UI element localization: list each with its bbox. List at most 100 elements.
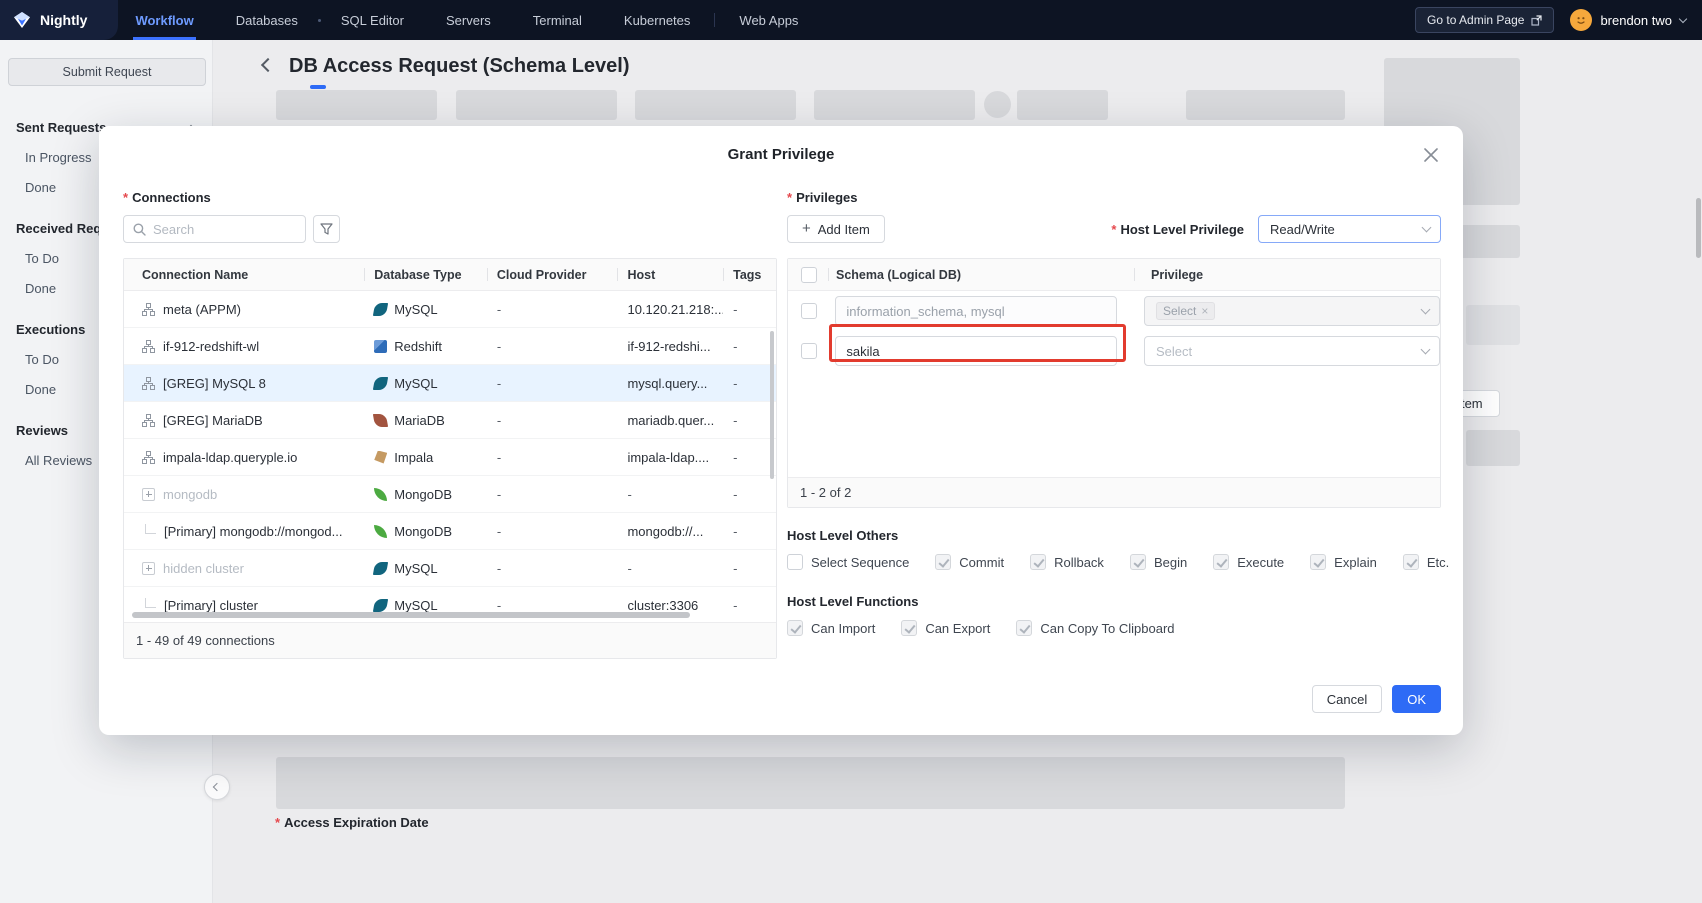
- nav-menu: Workflow Databases SQL Editor Servers Te…: [135, 0, 798, 40]
- nav-item-kubernetes[interactable]: Kubernetes: [624, 0, 691, 40]
- host: -: [617, 487, 723, 502]
- nav-item-web-apps[interactable]: Web Apps: [739, 0, 798, 40]
- checkbox-can-copy-to-clipboard[interactable]: Can Copy To Clipboard: [1016, 620, 1174, 636]
- expand-icon[interactable]: [142, 488, 155, 501]
- checkbox[interactable]: [1030, 554, 1046, 570]
- checkbox[interactable]: [935, 554, 951, 570]
- checkbox-commit[interactable]: Commit: [935, 554, 1004, 570]
- table-row-child[interactable]: [Primary] mongodb://mongod... MongoDB - …: [124, 513, 776, 550]
- table-row[interactable]: if-912-redshift-wl Redshift - if-912-red…: [124, 328, 776, 365]
- privilege-row: Select: [788, 291, 1440, 331]
- nav-item-terminal[interactable]: Terminal: [533, 0, 582, 40]
- redshift-icon: [374, 340, 387, 353]
- modal-title: Grant Privilege: [99, 146, 1463, 163]
- brand-logo[interactable]: Nightly: [0, 11, 87, 29]
- checkbox-label: Rollback: [1054, 555, 1104, 570]
- cloud-provider: -: [487, 376, 618, 391]
- placeholder-block: [635, 90, 796, 120]
- nav-item-servers[interactable]: Servers: [446, 0, 491, 40]
- tags: -: [723, 339, 776, 354]
- column-header-database-type[interactable]: Database Type: [364, 259, 487, 290]
- user-name: brendon two: [1600, 13, 1672, 28]
- database-type: MongoDB: [394, 524, 452, 539]
- schema-input-sakila[interactable]: [835, 336, 1117, 366]
- table-row[interactable]: [GREG] MariaDB MariaDB - mariadb.quer...…: [124, 402, 776, 439]
- close-icon[interactable]: [1419, 143, 1443, 167]
- expand-icon[interactable]: [142, 562, 155, 575]
- checkbox[interactable]: [1016, 620, 1032, 636]
- nav-item-sql-editor[interactable]: SQL Editor: [341, 0, 404, 40]
- privilege-select[interactable]: Select: [1144, 296, 1440, 326]
- privilege-tag[interactable]: Select: [1156, 302, 1215, 320]
- checkbox-label: Can Copy To Clipboard: [1040, 621, 1174, 636]
- table-row-cluster[interactable]: hidden cluster MySQL - - -: [124, 550, 776, 587]
- filter-button[interactable]: [313, 215, 340, 243]
- checkbox[interactable]: [787, 620, 803, 636]
- checkbox-can-export[interactable]: Can Export: [901, 620, 990, 636]
- querypie-logo-icon: [13, 11, 31, 29]
- host: impala-ldap....: [617, 450, 723, 465]
- host-level-privilege-select[interactable]: Read/Write: [1258, 215, 1441, 243]
- checkbox[interactable]: [1310, 554, 1326, 570]
- row-checkbox[interactable]: [801, 303, 817, 319]
- section-label: Sent Requests: [16, 120, 106, 135]
- ok-button[interactable]: OK: [1392, 685, 1441, 713]
- vertical-scrollbar[interactable]: [770, 331, 774, 479]
- database-type: Redshift: [394, 339, 442, 354]
- connection-name: [Primary] cluster: [164, 598, 258, 613]
- table-row-cluster[interactable]: mongodb MongoDB - - -: [124, 476, 776, 513]
- checkbox[interactable]: [1213, 554, 1229, 570]
- privileges-table-body: Select Select: [788, 291, 1440, 371]
- table-row[interactable]: impala-ldap.queryple.io Impala - impala-…: [124, 439, 776, 476]
- cloud-provider: -: [487, 487, 618, 502]
- cloud-provider: -: [487, 561, 618, 576]
- column-header-cloud-provider[interactable]: Cloud Provider: [487, 259, 618, 290]
- database-type: MySQL: [394, 561, 437, 576]
- privilege-select[interactable]: Select: [1144, 336, 1440, 366]
- checkbox[interactable]: [901, 620, 917, 636]
- table-row-child[interactable]: [Primary] cluster MySQL - cluster:3306 -: [124, 587, 776, 624]
- page-scrollbar[interactable]: [1696, 198, 1701, 258]
- brand-name: Nightly: [40, 12, 87, 28]
- connections-label: *Connections: [123, 190, 211, 205]
- schema-input[interactable]: [835, 296, 1117, 326]
- database-type: Impala: [394, 450, 433, 465]
- column-header-privilege[interactable]: Privilege: [1134, 259, 1440, 290]
- checkbox-can-import[interactable]: Can Import: [787, 620, 875, 636]
- horizontal-scrollbar[interactable]: [132, 612, 690, 618]
- add-item-button[interactable]: Add Item: [787, 215, 885, 243]
- nav-item-workflow[interactable]: Workflow: [135, 0, 193, 40]
- table-row[interactable]: meta (APPM) MySQL - 10.120.21.218:... -: [124, 291, 776, 328]
- checkbox-explain[interactable]: Explain: [1310, 554, 1377, 570]
- modal-actions: Cancel OK: [1312, 685, 1441, 713]
- user-menu[interactable]: brendon two: [1570, 9, 1686, 31]
- checkbox-execute[interactable]: Execute: [1213, 554, 1284, 570]
- checkbox-rollback[interactable]: Rollback: [1030, 554, 1104, 570]
- collapse-panel-button[interactable]: [204, 774, 230, 800]
- back-button[interactable]: [263, 57, 273, 75]
- required-marker: *: [787, 190, 792, 205]
- admin-button-label: Go to Admin Page: [1427, 13, 1524, 27]
- nav-item-databases[interactable]: Databases: [236, 0, 298, 40]
- column-header-host[interactable]: Host: [617, 259, 723, 290]
- column-header-tags[interactable]: Tags: [723, 259, 776, 290]
- table-row-selected[interactable]: [GREG] MySQL 8 MySQL - mysql.query... -: [124, 365, 776, 402]
- go-to-admin-page-button[interactable]: Go to Admin Page: [1415, 7, 1554, 33]
- checkbox-etc[interactable]: Etc.: [1403, 554, 1449, 570]
- select-all-checkbox[interactable]: [801, 267, 817, 283]
- mysql-icon: [373, 303, 388, 316]
- search-input[interactable]: [153, 222, 296, 237]
- checkbox[interactable]: [1130, 554, 1146, 570]
- placeholder-block: [1186, 90, 1345, 120]
- cloud-provider: -: [487, 598, 618, 613]
- column-header-connection-name[interactable]: Connection Name: [124, 259, 364, 290]
- checkbox[interactable]: [1403, 554, 1419, 570]
- tags: -: [723, 524, 776, 539]
- submit-request-button[interactable]: Submit Request: [8, 58, 206, 86]
- checkbox-begin[interactable]: Begin: [1130, 554, 1187, 570]
- checkbox-select-sequence[interactable]: Select Sequence: [787, 554, 909, 570]
- checkbox[interactable]: [787, 554, 803, 570]
- column-header-schema[interactable]: Schema (Logical DB): [828, 259, 1134, 290]
- row-checkbox[interactable]: [801, 343, 817, 359]
- cancel-button[interactable]: Cancel: [1312, 685, 1382, 713]
